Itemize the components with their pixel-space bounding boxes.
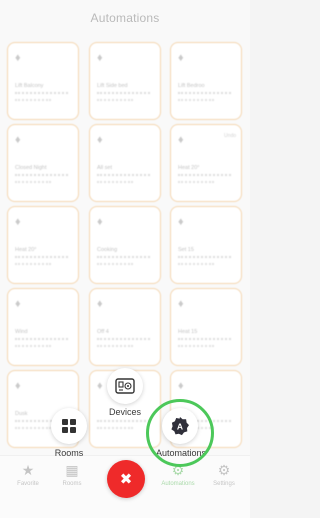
devices-label: Devices — [108, 407, 141, 417]
close-icon: ✖ — [119, 470, 133, 488]
close-menu-button[interactable]: ✖ — [107, 460, 145, 498]
devices-icon — [115, 378, 135, 394]
automations-label: Automations — [155, 448, 207, 458]
automations-button[interactable]: A — [162, 408, 198, 444]
app-screen: Automations ♦ Lift Balcony ♦ Lift Side bed ♦… — [0, 0, 250, 518]
automation-badge-icon: A — [171, 417, 189, 436]
svg-text:A: A — [177, 421, 183, 431]
rooms-label: Rooms — [54, 448, 84, 458]
menu-overlay[interactable] — [0, 0, 250, 518]
rooms-button[interactable] — [51, 408, 87, 444]
rooms-grid-icon — [62, 419, 76, 433]
devices-button[interactable] — [107, 368, 143, 404]
